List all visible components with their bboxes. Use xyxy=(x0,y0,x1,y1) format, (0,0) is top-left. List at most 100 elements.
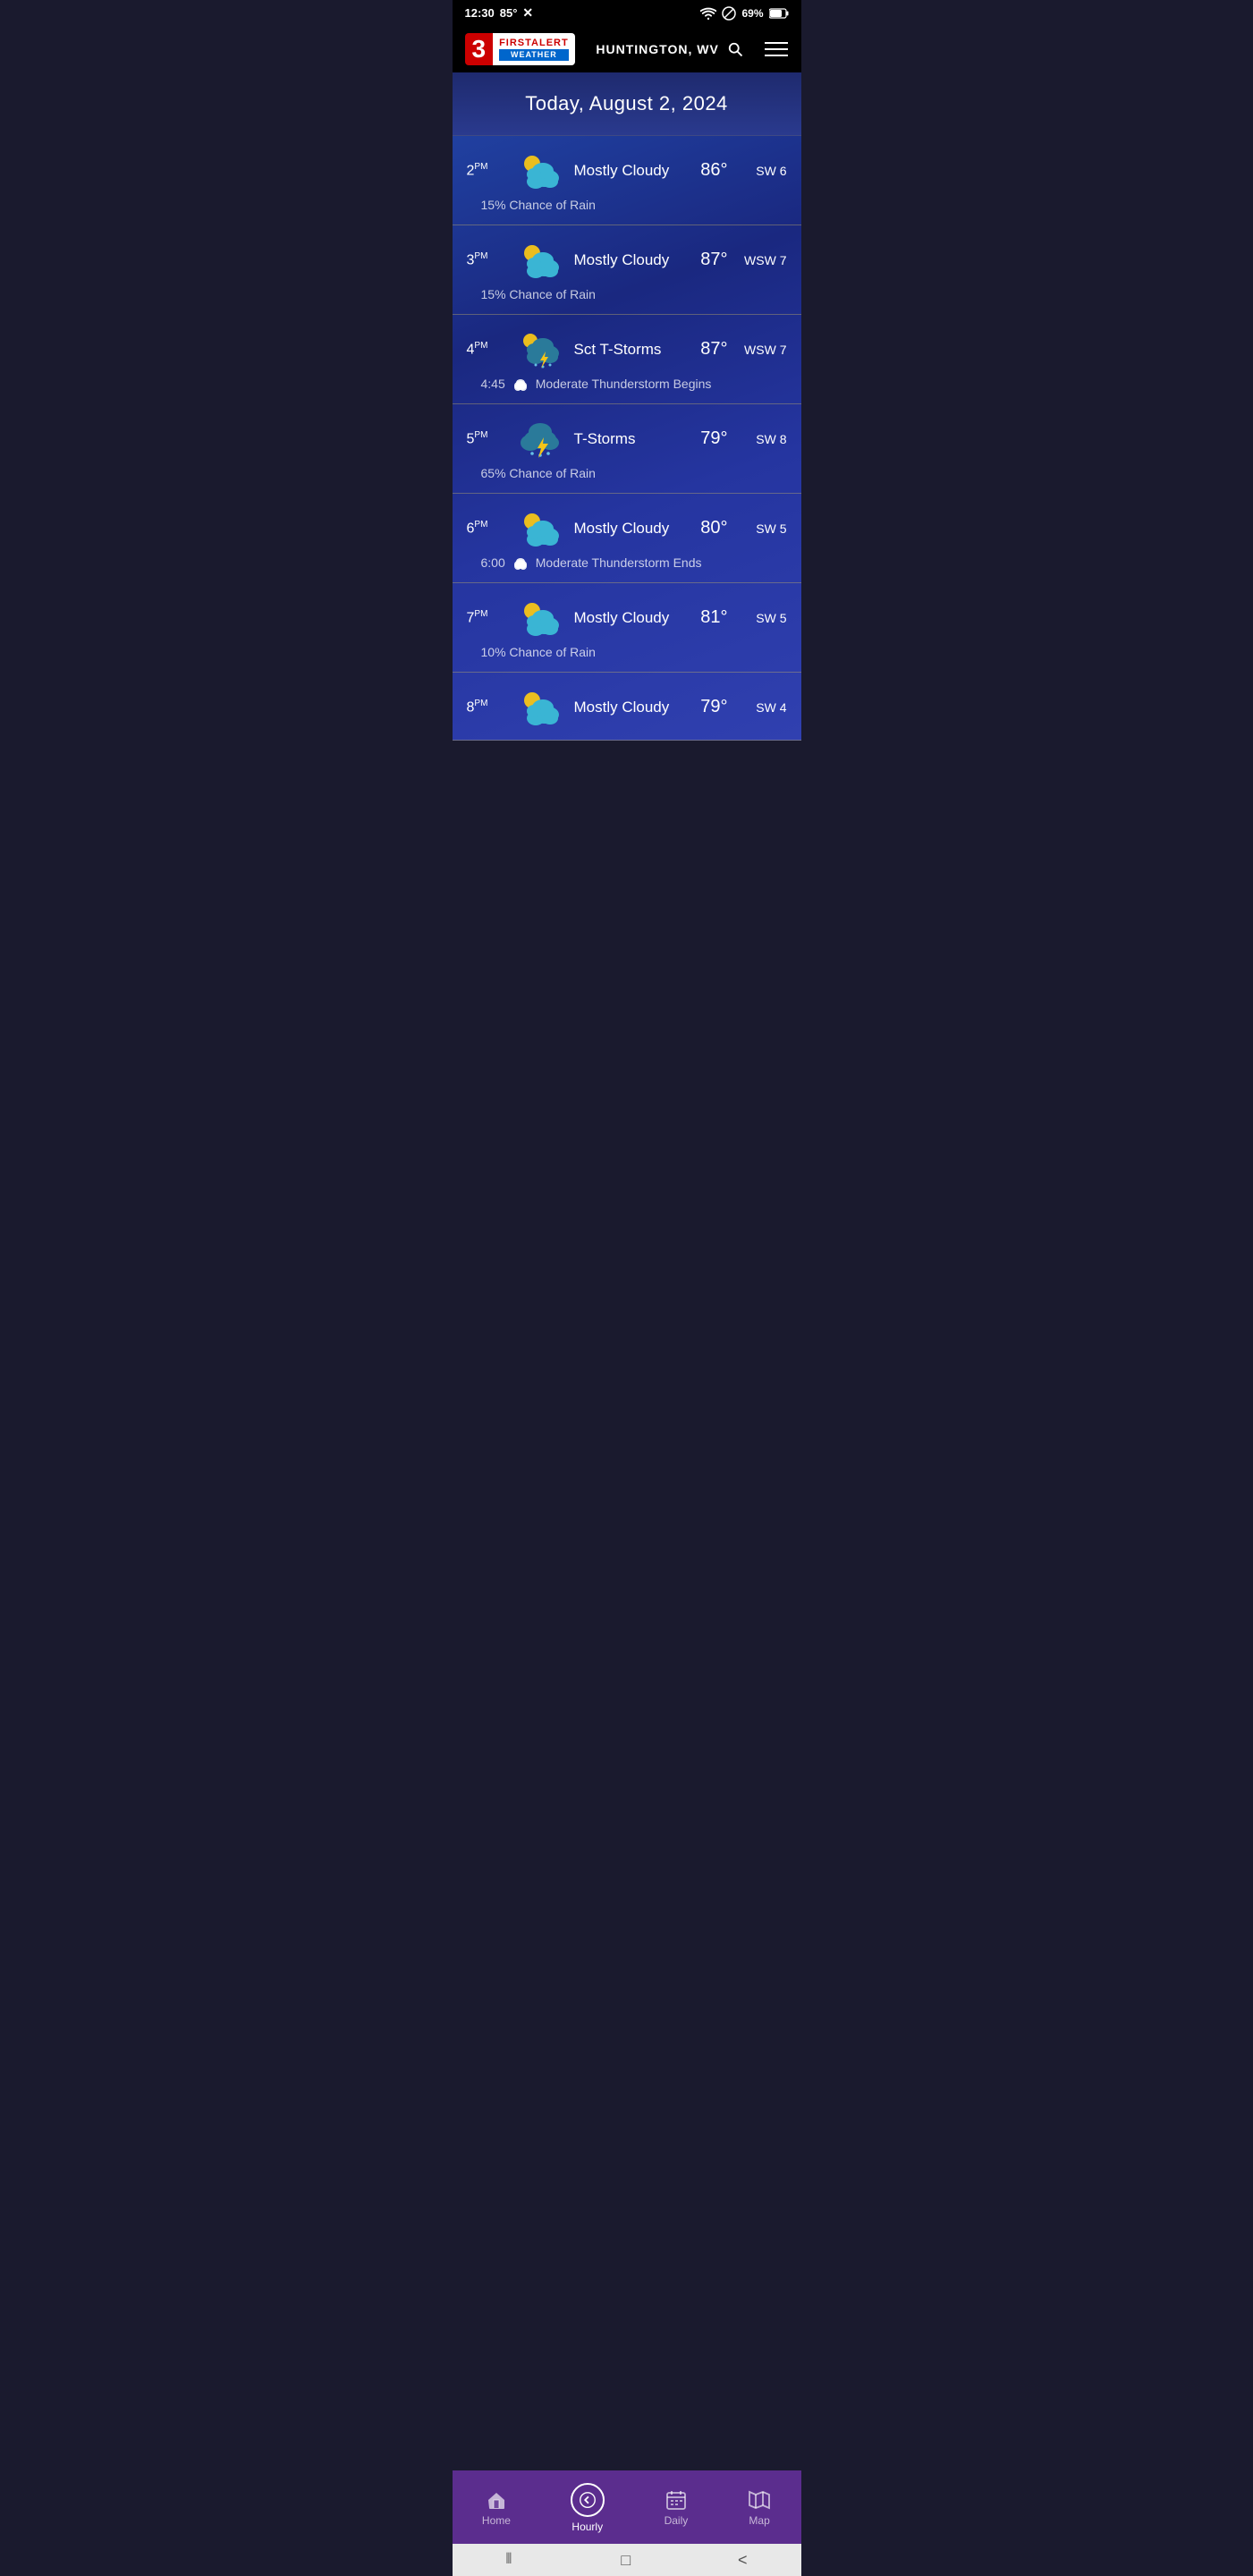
rain-chance-7pm: 10% Chance of Rain xyxy=(481,645,596,659)
icon-cell-5pm xyxy=(516,419,565,459)
condition-6pm: Mostly Cloudy xyxy=(574,520,670,538)
hourly-nav-circle xyxy=(571,2483,605,2517)
date-header: Today, August 2, 2024 xyxy=(453,72,801,136)
time-2pm: 2PM xyxy=(467,162,507,179)
condition-4pm: Sct T-Storms xyxy=(574,341,662,359)
search-icon[interactable] xyxy=(726,40,744,58)
icon-cell-6pm xyxy=(516,508,565,548)
channel-number: 3 xyxy=(472,37,487,62)
row-right-4pm: 87° WSW 7 xyxy=(700,339,786,360)
app-header: 3 FIRSTALERT WEATHER HUNTINGTON, WV xyxy=(453,26,801,72)
time-6pm: 6PM xyxy=(467,520,507,537)
nav-home[interactable]: Home xyxy=(468,2486,525,2530)
time-5pm: 5PM xyxy=(467,430,507,447)
row-main-7pm: 7PM Mostly Cloudy 81° SW 5 xyxy=(467,597,787,638)
home-nav-label: Home xyxy=(482,2514,511,2527)
condition-5pm: T-Storms xyxy=(574,430,636,448)
date-text: Today, August 2, 2024 xyxy=(525,92,728,114)
wifi-icon xyxy=(700,7,716,20)
condition-8pm: Mostly Cloudy xyxy=(574,699,670,716)
row-left-6pm: 6PM Mostly Cloudy xyxy=(467,508,670,548)
hourly-row-7pm: 7PM Mostly Cloudy 81° SW 5 10% Chance of… xyxy=(453,583,801,673)
hamburger-menu[interactable] xyxy=(765,42,788,56)
temp-5pm: 79° xyxy=(700,428,727,449)
nav-hourly[interactable]: Hourly xyxy=(556,2479,619,2537)
row-left-7pm: 7PM Mostly Cloudy xyxy=(467,597,670,638)
condition-7pm: Mostly Cloudy xyxy=(574,609,670,627)
condition-2pm: Mostly Cloudy xyxy=(574,162,670,180)
wind-2pm: SW 6 xyxy=(742,164,787,178)
row-event-6pm: 6:00 Moderate Thunderstorm Ends xyxy=(467,555,787,570)
hourly-nav-label: Hourly xyxy=(571,2521,603,2533)
event-time-4pm: 4:45 xyxy=(481,377,505,391)
event-cloud-icon xyxy=(512,555,529,570)
event-time-6pm: 6:00 xyxy=(481,555,505,570)
temp-8pm: 79° xyxy=(700,697,727,717)
row-right-7pm: 81° SW 5 xyxy=(700,607,786,628)
time-7pm: 7PM xyxy=(467,609,507,626)
nav-daily[interactable]: Daily xyxy=(650,2486,703,2530)
hourly-row-8pm: 8PM Mostly Cloudy 79° SW 4 xyxy=(453,673,801,741)
icon-cell-7pm xyxy=(516,597,565,638)
row-main-5pm: 5PM T-Storms 79° SW 8 xyxy=(467,419,787,459)
row-main-2pm: 2PM Mostly Cloudy 86° SW 6 xyxy=(467,150,787,191)
row-left-8pm: 8PM Mostly Cloudy xyxy=(467,687,670,727)
daily-nav-label: Daily xyxy=(665,2514,689,2527)
row-right-6pm: 80° SW 5 xyxy=(700,518,786,538)
first-alert-label: FIRSTALERT xyxy=(499,38,569,49)
bottom-nav: Home Hourly Daily Map xyxy=(453,2470,801,2544)
recent-apps-button[interactable]: ⦀ xyxy=(505,2552,513,2568)
wind-4pm: WSW 7 xyxy=(742,343,787,357)
row-left-2pm: 2PM Mostly Cloudy xyxy=(467,150,670,191)
hourly-row-3pm: 3PM Mostly Cloudy 87° WSW 7 15% Chance o… xyxy=(453,225,801,315)
row-detail-2pm: 15% Chance of Rain xyxy=(467,198,787,212)
mostly-cloudy-night-icon xyxy=(516,688,564,727)
back-circle-icon xyxy=(578,2490,597,2510)
event-text-4pm: Moderate Thunderstorm Begins xyxy=(536,377,712,391)
calendar-icon xyxy=(665,2489,687,2511)
mostly-cloudy-sun-icon xyxy=(516,151,564,191)
hourly-forecast: 2PM Mostly Cloudy 86° SW 6 15% Chance of… xyxy=(453,136,801,741)
rain-chance-5pm: 65% Chance of Rain xyxy=(481,466,596,480)
row-left-3pm: 3PM Mostly Cloudy xyxy=(467,240,670,280)
status-bar: 12:30 85° ✕ 69% xyxy=(453,0,801,26)
row-main-6pm: 6PM Mostly Cloudy 80° SW 5 xyxy=(467,508,787,548)
time-4pm: 4PM xyxy=(467,341,507,358)
battery-icon xyxy=(769,8,789,19)
row-left-5pm: 5PM T-Storms xyxy=(467,419,646,459)
status-temp: 85° xyxy=(500,6,518,20)
icon-cell-2pm xyxy=(516,150,565,191)
row-detail-3pm: 15% Chance of Rain xyxy=(467,287,787,301)
battery-percent: 69% xyxy=(741,7,763,20)
home-button[interactable]: □ xyxy=(621,2551,631,2570)
location-display: HUNTINGTON, WV xyxy=(596,40,743,58)
back-button[interactable]: < xyxy=(738,2551,748,2570)
status-right: 69% xyxy=(700,6,788,21)
temp-3pm: 87° xyxy=(700,250,727,270)
mostly-cloudy-sun-icon xyxy=(516,509,564,548)
weather-label: WEATHER xyxy=(499,49,569,62)
row-main-8pm: 8PM Mostly Cloudy 79° SW 4 xyxy=(467,687,787,727)
logo: 3 FIRSTALERT WEATHER xyxy=(465,33,575,65)
icon-cell-8pm xyxy=(516,687,565,727)
location-text: HUNTINGTON, WV xyxy=(596,42,718,56)
wind-5pm: SW 8 xyxy=(742,432,787,446)
status-time: 12:30 xyxy=(465,6,495,20)
temp-7pm: 81° xyxy=(700,607,727,628)
event-cloud-icon-wrap-6pm xyxy=(512,555,529,570)
rain-chance-3pm: 15% Chance of Rain xyxy=(481,287,596,301)
tstorms-icon xyxy=(516,419,564,459)
condition-3pm: Mostly Cloudy xyxy=(574,251,670,269)
wind-8pm: SW 4 xyxy=(742,700,787,715)
hourly-row-6pm: 6PM Mostly Cloudy 80° SW 5 6:00 xyxy=(453,494,801,583)
nav-map[interactable]: Map xyxy=(733,2486,785,2530)
event-cloud-icon-wrap-4pm xyxy=(512,377,529,391)
wind-6pm: SW 5 xyxy=(742,521,787,536)
status-left: 12:30 85° ✕ xyxy=(465,5,534,21)
row-left-4pm: 4PM Sct T-Storms xyxy=(467,329,662,369)
rain-chance-2pm: 15% Chance of Rain xyxy=(481,198,596,212)
time-3pm: 3PM xyxy=(467,251,507,268)
mostly-cloudy-sun-icon xyxy=(516,598,564,638)
wind-7pm: SW 5 xyxy=(742,611,787,625)
home-icon xyxy=(486,2489,507,2511)
